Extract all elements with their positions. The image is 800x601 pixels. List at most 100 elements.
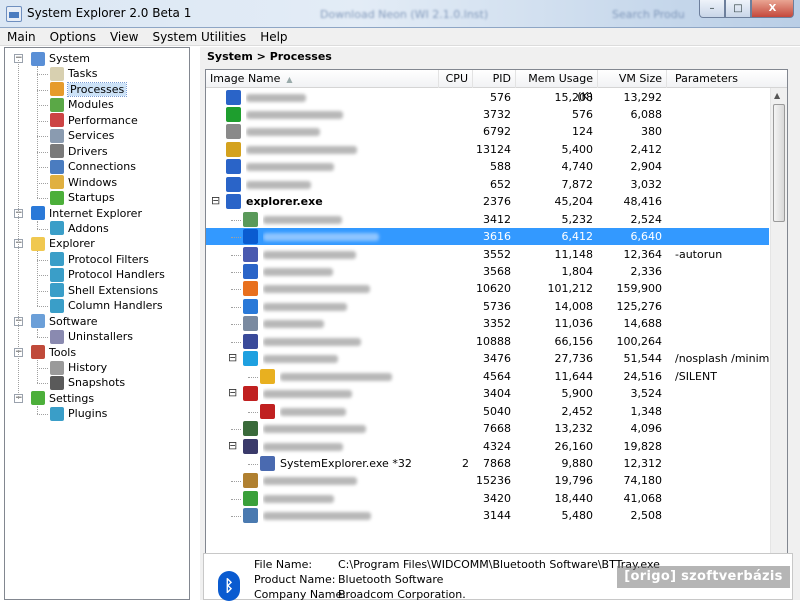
tree-item-tools[interactable]: Tools: [31, 345, 76, 360]
tree-item-startups[interactable]: Startups: [50, 190, 115, 205]
mem-usage-value: 14,008: [554, 299, 594, 313]
vertical-scrollbar[interactable]: ▲ ▼: [770, 88, 787, 570]
tree-item-snapshots[interactable]: Snapshots: [50, 375, 125, 390]
parameters-value: [675, 438, 769, 455]
table-row[interactable]: 3568 1,804 2,336: [206, 263, 769, 280]
table-row[interactable]: 3616 6,412 6,640: [206, 228, 769, 246]
collapse-toggle[interactable]: ⊟: [211, 195, 220, 206]
table-row[interactable]: 3420 18,440 41,068: [206, 490, 769, 507]
sort-ascending-icon: ▲: [286, 75, 293, 84]
table-row[interactable]: 6792 124 380: [206, 123, 769, 140]
puzzle-icon: [50, 298, 64, 313]
cpu-value: [439, 333, 469, 350]
navigation-tree[interactable]: System − Tasks Processes Modules Performance S…: [4, 47, 190, 600]
table-row[interactable]: ⊟ 3404 5,900 3,524: [206, 385, 769, 402]
tree-item-services[interactable]: Services: [50, 128, 114, 143]
tree-item-label: Addons: [68, 221, 109, 235]
tree-item-label: Protocol Handlers: [68, 268, 165, 282]
menu-bar: Main Options View System Utilities Help: [0, 28, 800, 46]
menu-help[interactable]: Help: [253, 28, 294, 45]
table-row[interactable]: 576 15,208 13,292: [206, 89, 769, 106]
menu-view[interactable]: View: [103, 28, 145, 45]
tree-item-internet-explorer[interactable]: Internet Explorer: [31, 206, 142, 221]
process-name: [263, 315, 451, 332]
column-header-pid[interactable]: PID: [473, 70, 516, 88]
redacted-process-name: [246, 93, 306, 102]
maximize-button[interactable]: □: [725, 0, 751, 18]
table-row[interactable]: 10620 101,212 159,900: [206, 280, 769, 297]
menu-system-utilities[interactable]: System Utilities: [145, 28, 253, 45]
tree-item-column-handlers[interactable]: Column Handlers: [50, 298, 163, 313]
process-list[interactable]: Image Name ▲ CPU PID Mem Usage (K) VM Siz…: [205, 69, 788, 588]
puzzle-icon: [50, 283, 64, 298]
collapse-toggle[interactable]: ⊟: [228, 352, 237, 363]
parameters-value: [675, 89, 769, 106]
collapse-toggle[interactable]: ⊟: [228, 440, 237, 451]
tree-connector: [37, 120, 48, 122]
vertical-scroll-thumb[interactable]: [773, 104, 785, 222]
table-row[interactable]: 5040 2,452 1,348: [206, 403, 769, 420]
table-row[interactable]: 3352 11,036 14,688: [206, 315, 769, 332]
tree-item-plugins[interactable]: Plugins: [50, 406, 107, 421]
cpu-value: [439, 298, 469, 315]
process-name: [263, 298, 451, 315]
cpu-value: [439, 280, 469, 297]
tree-item-label: Plugins: [68, 407, 108, 421]
tree-connector: [231, 306, 241, 308]
table-row[interactable]: 10888 66,156 100,264: [206, 333, 769, 350]
table-row[interactable]: 3732 576 6,088: [206, 106, 769, 123]
table-row[interactable]: ⊟ 3476 27,736 51,544/nosplash /minimize: [206, 350, 769, 367]
system-icon: [31, 51, 45, 66]
table-row[interactable]: 5736 14,008 125,276: [206, 298, 769, 315]
tree-item-uninstallers[interactable]: Uninstallers: [50, 329, 133, 344]
column-header-image-name[interactable]: Image Name ▲: [206, 70, 439, 88]
table-row[interactable]: 3144 5,480 2,508: [206, 507, 769, 524]
table-row[interactable]: 588 4,740 2,904: [206, 158, 769, 175]
column-header-vm-size[interactable]: VM Size: [598, 70, 667, 88]
menu-main[interactable]: Main: [0, 28, 43, 45]
cpu-value: [439, 89, 469, 106]
column-header-mem-usage[interactable]: Mem Usage (K): [516, 70, 598, 103]
redacted-process-name: [263, 477, 357, 486]
table-row[interactable]: ⊟ 4324 26,160 19,828: [206, 438, 769, 455]
tree-item-windows[interactable]: Windows: [50, 175, 117, 190]
tree-item-performance[interactable]: Performance: [50, 113, 138, 128]
tree-item-modules[interactable]: Modules: [50, 97, 114, 112]
tree-item-shell-extensions[interactable]: Shell Extensions: [50, 283, 158, 298]
tree-connector: [37, 259, 48, 261]
parameters-value: /SILENT: [675, 369, 717, 383]
table-row[interactable]: 7668 13,232 4,096: [206, 420, 769, 437]
table-row[interactable]: SystemExplorer.exe *32 2 7868 9,880 12,312: [206, 455, 769, 472]
column-header-parameters[interactable]: Parameters: [671, 70, 787, 88]
table-row[interactable]: 13124 5,400 2,412: [206, 141, 769, 158]
tree-item-protocol-handlers[interactable]: Protocol Handlers: [50, 267, 165, 282]
table-row[interactable]: 3552 11,148 12,364 -autorun: [206, 246, 769, 263]
tree-item-history[interactable]: History: [50, 360, 107, 375]
tree-connector: [37, 151, 48, 153]
collapse-toggle[interactable]: ⊟: [228, 387, 237, 398]
menu-options[interactable]: Options: [43, 28, 103, 45]
redacted-process-name: [263, 355, 338, 364]
minimize-button[interactable]: –: [699, 0, 725, 18]
tree-item-settings[interactable]: Settings: [31, 391, 94, 406]
tree-item-drivers[interactable]: Drivers: [50, 144, 108, 159]
table-row[interactable]: 4564 11,644 24,516/SILENT: [206, 368, 769, 385]
parameters-value: /nosplash /minimize: [675, 352, 769, 366]
tree-item-connections[interactable]: Connections: [50, 159, 136, 174]
close-button[interactable]: X: [751, 0, 794, 18]
table-row[interactable]: 652 7,872 3,032: [206, 176, 769, 193]
scroll-up-icon[interactable]: ▲: [774, 91, 780, 100]
tree-item-explorer[interactable]: Explorer: [31, 236, 95, 251]
tree-item-software[interactable]: Software: [31, 314, 98, 329]
table-row[interactable]: ⊟ explorer.exe 2376 45,204 48,416: [206, 193, 769, 210]
tree-item-processes[interactable]: Processes: [50, 81, 128, 97]
table-row[interactable]: 15236 19,796 74,180: [206, 472, 769, 489]
tree-item-tasks[interactable]: Tasks: [50, 66, 97, 81]
mem-usage-value: 45,204: [554, 195, 594, 209]
tree-item-system[interactable]: System: [31, 51, 90, 66]
column-header-cpu[interactable]: CPU: [439, 70, 473, 88]
table-row[interactable]: 3412 5,232 2,524: [206, 211, 769, 228]
cpu-value: [439, 472, 469, 489]
tree-item-addons[interactable]: Addons: [50, 221, 109, 236]
tree-item-protocol-filters[interactable]: Protocol Filters: [50, 252, 149, 267]
